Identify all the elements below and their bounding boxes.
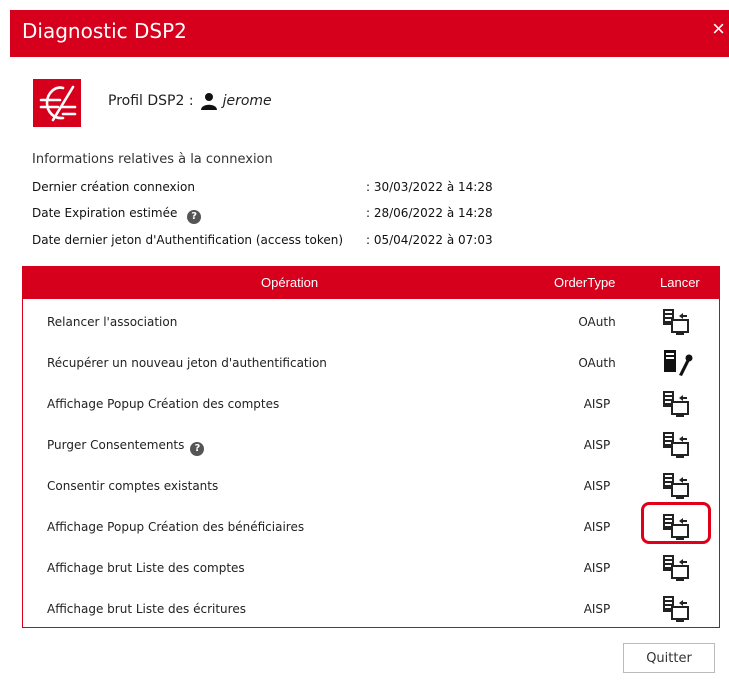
ordertype-label: OAuth [578,315,616,329]
table-row: Affichage Popup Création des comptes AISP [23,383,719,425]
operation-label: Affichage brut Liste des comptes [47,561,245,575]
operation-text: Affichage Popup Création des comptes [47,397,280,411]
info-row-last-token: Date dernier jeton d'Authentification (a… [32,233,343,247]
operation-text: Relancer l'association [47,315,178,329]
table-row: Purger Consentements? AISP [23,424,719,466]
ordertype-label: AISP [583,520,611,534]
operation-label: Affichage Popup Création des bénéficiair… [47,520,304,534]
profile-username: jerome [222,93,272,109]
profile-label: Profil DSP2 : [108,93,194,109]
header-ordertype: OrderType [554,275,616,290]
help-icon[interactable]: ? [190,442,205,456]
server-screen-icon[interactable] [659,595,695,625]
server-screen-icon[interactable] [659,431,695,461]
table-row: Affichage brut Liste des écritures AISP [23,588,719,630]
bank-logo [33,79,81,127]
operation-text: Affichage Popup Création des bénéficiair… [47,520,305,534]
operation-text: Purger Consentements [47,438,185,452]
info-label: Date Expiration estimée [32,206,178,220]
info-value: : 05/04/2022 à 07:03 [366,233,493,247]
server-screen-icon[interactable] [659,308,695,338]
info-row-expiration: Date Expiration estimée ? [32,206,202,224]
ordertype-label: AISP [583,438,611,452]
help-icon[interactable]: ? [187,210,202,224]
operation-label: Récupérer un nouveau jeton d'authentific… [47,356,327,370]
operation-text: Consentir comptes existants [47,479,219,493]
operation-text: Affichage brut Liste des comptes [47,561,245,575]
operation-label: Relancer l'association [47,315,177,329]
dialog-title: Diagnostic DSP2 [22,19,187,43]
operation-label: Consentir comptes existants [47,479,218,493]
table-row: Affichage Popup Création des bénéficiair… [23,506,719,548]
profile-line: Profil DSP2 : jerome [108,92,272,110]
header-lancer: Lancer [660,275,700,290]
info-value: : 30/03/2022 à 14:28 [366,180,493,194]
header-operation: Opération [261,275,319,290]
ordertype-label: AISP [583,479,611,493]
operation-text: Affichage brut Liste des écritures [47,602,246,616]
table-row: Affichage brut Liste des comptes AISP [23,547,719,589]
operation-label: Affichage brut Liste des écritures [47,602,246,616]
dialog-titlebar: Diagnostic DSP2 × [10,10,729,57]
info-value: : 28/06/2022 à 14:28 [366,206,493,220]
operation-label: Affichage Popup Création des comptes [47,397,279,411]
close-icon[interactable]: × [712,18,725,40]
highlight-annotation [641,502,711,544]
ordertype-label: OAuth [578,356,616,370]
info-row-last-connection: Dernier création connexion [32,180,195,194]
info-label: Dernier création connexion [32,180,195,194]
operation-label: Purger Consentements? [47,438,205,456]
server-screen-icon[interactable] [659,554,695,584]
table-row: Consentir comptes existants AISP [23,465,719,507]
user-icon [200,93,217,110]
table-row: Relancer l'association OAuth [23,301,719,343]
info-label: Date dernier jeton d'Authentification (a… [32,233,344,247]
server-screen-icon[interactable] [659,390,695,420]
server-key-icon[interactable] [659,349,695,379]
table-header: Opération OrderType Lancer [23,267,719,299]
server-screen-icon[interactable] [659,472,695,502]
ordertype-label: AISP [583,561,611,575]
operations-table: Opération OrderType Lancer Relancer l'as… [22,266,720,628]
info-heading: Informations relatives à la connexion [32,152,273,167]
table-row: Récupérer un nouveau jeton d'authentific… [23,342,719,384]
ordertype-label: AISP [583,397,611,411]
operation-text: Récupérer un nouveau jeton d'authentific… [47,356,327,370]
ordertype-label: AISP [583,602,611,616]
quit-button[interactable]: Quitter [623,643,715,673]
